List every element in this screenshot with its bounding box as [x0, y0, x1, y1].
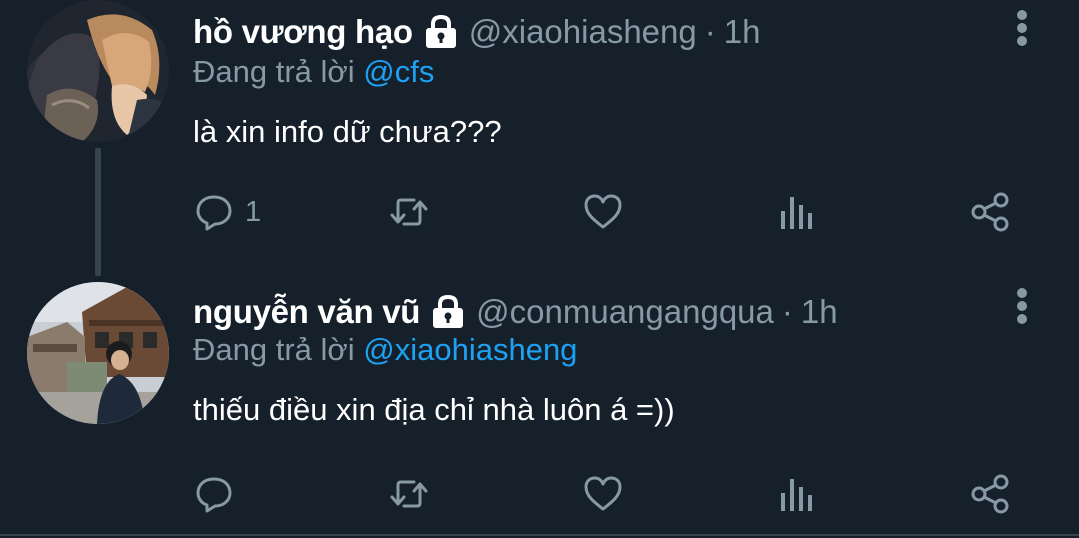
like-button[interactable]	[582, 468, 624, 520]
share-icon	[971, 192, 1009, 232]
retweet-icon	[390, 198, 428, 226]
tweet-text: thiếu điều xin địa chỉ nhà luôn á =))	[193, 392, 675, 427]
more-options-icon[interactable]	[1012, 10, 1032, 46]
share-icon	[971, 474, 1009, 514]
tweet-header: hồ vương hạo @xiaohiasheng · 1h	[193, 10, 760, 54]
reply-count: 1	[245, 195, 262, 228]
replying-prefix: Đang trả lời	[193, 332, 355, 367]
separator-dot: ·	[704, 13, 716, 50]
reply-button[interactable]: 1	[193, 186, 261, 238]
reply-icon	[196, 195, 232, 231]
analytics-icon	[781, 197, 812, 229]
replying-to-line: Đang trả lời @cfs	[193, 54, 434, 90]
tweet[interactable]: nguyễn văn vũ @conmuangangqua · 1h Đang …	[0, 272, 1079, 536]
lock-icon	[423, 14, 459, 50]
separator-dot: ·	[781, 293, 793, 330]
avatar[interactable]	[27, 282, 169, 424]
tweet-text: là xin info dữ chưa???	[193, 114, 502, 149]
analytics-icon	[781, 479, 812, 511]
share-button[interactable]	[970, 468, 1012, 520]
tweet[interactable]: hồ vương hạo @xiaohiasheng · 1h Đang trả…	[0, 0, 1079, 276]
like-icon	[584, 476, 622, 511]
reply-icon	[196, 477, 232, 513]
user-handle[interactable]: @conmuangangqua	[476, 293, 774, 331]
timestamp[interactable]: 1h	[724, 13, 761, 51]
action-bar	[0, 468, 1079, 520]
more-options-icon[interactable]	[1012, 288, 1032, 324]
replying-to-mention[interactable]: @cfs	[363, 54, 434, 89]
retweet-button[interactable]	[388, 186, 430, 238]
display-name[interactable]: hồ vương hạo	[193, 13, 413, 51]
analytics-button[interactable]	[776, 468, 818, 520]
timestamp[interactable]: 1h	[801, 293, 838, 331]
like-button[interactable]	[582, 186, 624, 238]
user-handle[interactable]: @xiaohiasheng	[469, 13, 697, 51]
retweet-button[interactable]	[388, 468, 430, 520]
lock-icon	[430, 294, 466, 330]
replying-to-line: Đang trả lời @xiaohiasheng	[193, 332, 577, 368]
reply-button[interactable]	[193, 468, 245, 520]
replying-prefix: Đang trả lời	[193, 54, 355, 89]
tweet-divider	[0, 534, 1079, 536]
share-button[interactable]	[970, 186, 1012, 238]
retweet-icon	[390, 480, 428, 508]
like-icon	[584, 194, 622, 229]
replying-to-mention[interactable]: @xiaohiasheng	[363, 332, 577, 367]
action-bar: 1	[0, 186, 1079, 238]
analytics-button[interactable]	[776, 186, 818, 238]
avatar[interactable]	[27, 0, 169, 142]
tweet-header: nguyễn văn vũ @conmuangangqua · 1h	[193, 290, 838, 334]
display-name[interactable]: nguyễn văn vũ	[193, 293, 420, 331]
